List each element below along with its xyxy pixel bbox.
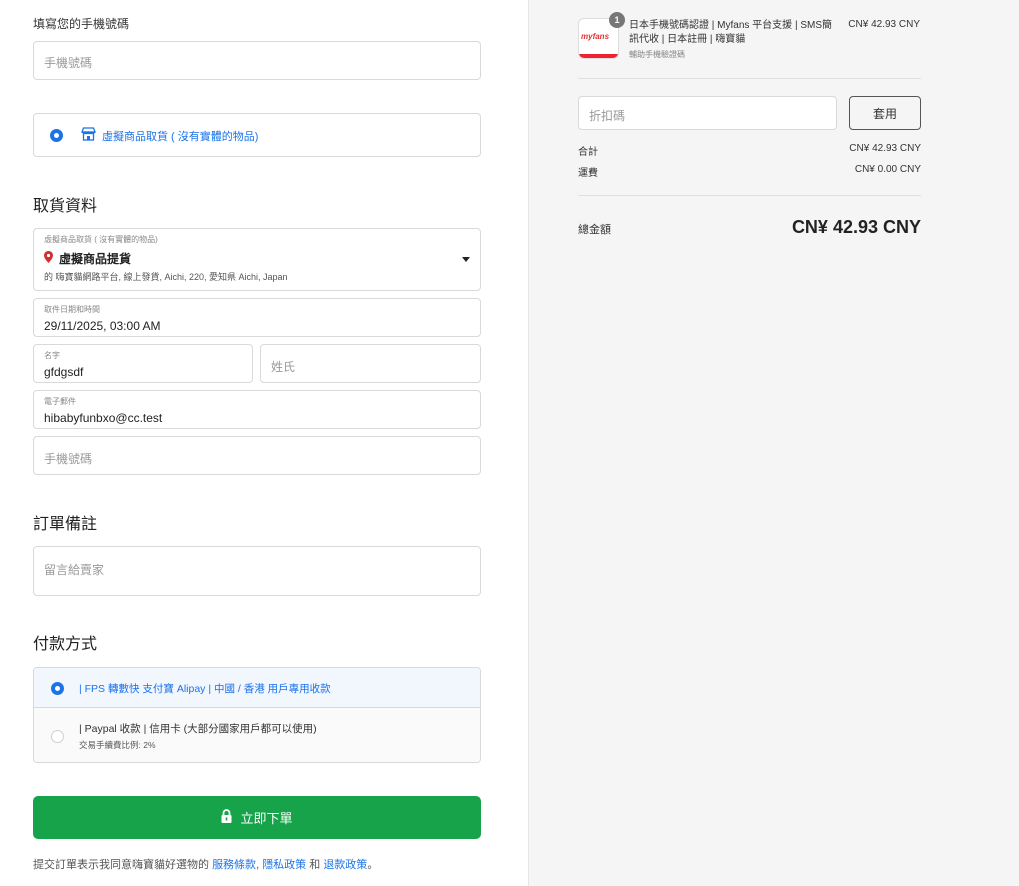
email-label: 電子郵件 <box>44 397 76 406</box>
dropdown-caret-icon <box>462 257 470 262</box>
terms-of-service-link[interactable]: 服務條款 <box>212 859 256 871</box>
total-label: 總金額 <box>578 224 611 236</box>
product-logo-text: myfans <box>581 32 610 41</box>
privacy-policy-link[interactable]: 隱私政策 <box>262 859 306 871</box>
terms-end: 。 <box>367 859 379 871</box>
discount-code-placeholder: 折扣碼 <box>589 109 626 123</box>
contact-phone-placeholder: 手機號碼 <box>44 56 93 70</box>
apply-discount-label: 套用 <box>872 106 897 121</box>
pickup-datetime-label: 取件日期和時間 <box>44 305 100 314</box>
summary-divider-top <box>578 78 921 79</box>
terms-comma: , <box>256 859 260 871</box>
summary-divider-bottom <box>578 195 921 196</box>
payment-option-fps-label: | FPS 轉數快 支付寶 Alipay | 中國 / 香港 用戶專用收款 <box>79 683 331 695</box>
first-name-label: 名字 <box>44 351 60 360</box>
product-title: 日本手機號碼認證 | Myfans 平台支援 | SMS簡訊代收 | 日本註冊 … <box>629 20 832 45</box>
first-name-input[interactable]: 名字 gfdgsdf <box>33 344 253 383</box>
phone-heading: 填寫您的手機號碼 <box>33 17 130 31</box>
pickup-datetime-input[interactable]: 取件日期和時間 29/11/2025, 03:00 AM <box>33 298 481 337</box>
terms-notice: 提交訂單表示我同意嗨寶貓好選物的 服務條款, 隱私政策 和 退款政策。 <box>33 856 378 872</box>
pickup-section-title: 取貨資料 <box>33 198 98 215</box>
terms-and: 和 <box>309 859 321 871</box>
terms-prefix: 提交訂單表示我同意嗨寶貓好選物的 <box>33 859 209 871</box>
last-name-placeholder: 姓氏 <box>271 360 296 374</box>
subtotal-row: 合計 CN¥ 42.93 CNY <box>578 143 921 158</box>
first-name-value: gfdgsdf <box>44 365 84 379</box>
pickup-phone-input[interactable]: 手機號碼 <box>33 436 481 475</box>
payment-section-title: 付款方式 <box>33 636 98 653</box>
payment-option-paypal[interactable]: | Paypal 收款 | 信用卡 (大部分國家用戶都可以使用) 交易手續費比例… <box>34 708 480 762</box>
shipping-label: 運費 <box>578 168 598 179</box>
payment-radio-paypal[interactable] <box>51 730 64 743</box>
discount-code-input[interactable]: 折扣碼 <box>578 96 837 130</box>
delivery-radio[interactable] <box>50 129 63 142</box>
checkout-form-panel: 填寫您的手機號碼 手機號碼 虛擬商品取貨 ( 沒有實體的物品) 取貨資料 虛擬商… <box>0 0 528 886</box>
store-icon <box>81 127 96 146</box>
quantity-badge: 1 <box>609 12 625 28</box>
subtotal-label: 合計 <box>578 147 598 158</box>
delivery-option[interactable]: 虛擬商品取貨 ( 沒有實體的物品) <box>33 113 481 157</box>
order-notes-textarea[interactable]: 留言給賣家 <box>33 546 481 596</box>
last-name-input[interactable]: 姓氏 <box>260 344 481 383</box>
delivery-option-label: 虛擬商品取貨 ( 沒有實體的物品) <box>102 131 259 143</box>
apply-discount-button[interactable]: 套用 <box>849 96 921 130</box>
order-summary-panel <box>528 0 1019 886</box>
place-order-button[interactable]: 立即下單 <box>33 796 481 839</box>
refund-policy-link[interactable]: 退款政策 <box>323 859 367 871</box>
pickup-location-address: 的 嗨寶貓網路平台, 線上發貨, Aichi, 220, 愛知県 Aichi, … <box>44 272 288 282</box>
payment-methods: | FPS 轉數快 支付寶 Alipay | 中國 / 香港 用戶專用收款 | … <box>33 667 481 763</box>
subtotal-value: CN¥ 42.93 CNY <box>849 143 921 154</box>
shipping-value: CN¥ 0.00 CNY <box>854 164 921 175</box>
pickup-location-select[interactable]: 虛擬商品取貨 ( 沒有實體的物品) 虛擬商品提貨 的 嗨寶貓網路平台, 線上發貨… <box>33 228 481 291</box>
payment-option-paypal-label: | Paypal 收款 | 信用卡 (大部分國家用戶都可以使用) <box>79 723 317 735</box>
email-value: hibabyfunbxo@cc.test <box>44 411 163 425</box>
shipping-row: 運費 CN¥ 0.00 CNY <box>578 164 921 179</box>
product-subtitle: 輔助手機驗證碼 <box>629 50 685 59</box>
notes-section-title: 訂單備註 <box>33 516 98 533</box>
pickup-location-name: 虛擬商品提貨 <box>59 252 132 266</box>
payment-option-fps[interactable]: | FPS 轉數快 支付寶 Alipay | 中國 / 香港 用戶專用收款 <box>34 668 480 708</box>
order-notes-placeholder: 留言給賣家 <box>44 563 105 577</box>
email-input[interactable]: 電子郵件 hibabyfunbxo@cc.test <box>33 390 481 429</box>
pickup-datetime-value: 29/11/2025, 03:00 AM <box>44 319 161 333</box>
payment-option-paypal-note: 交易手續費比例: 2% <box>79 740 156 750</box>
total-value: CN¥ 42.93 CNY <box>791 217 921 237</box>
contact-phone-input[interactable]: 手機號碼 <box>33 41 481 80</box>
pickup-location-label: 虛擬商品取貨 ( 沒有實體的物品) <box>44 235 158 244</box>
product-price: CN¥ 42.93 CNY <box>848 19 920 30</box>
payment-radio-fps[interactable] <box>51 682 64 695</box>
place-order-label: 立即下單 <box>240 811 293 826</box>
pickup-phone-placeholder: 手機號碼 <box>44 452 93 466</box>
location-pin-icon <box>44 250 53 268</box>
lock-icon <box>221 809 232 826</box>
